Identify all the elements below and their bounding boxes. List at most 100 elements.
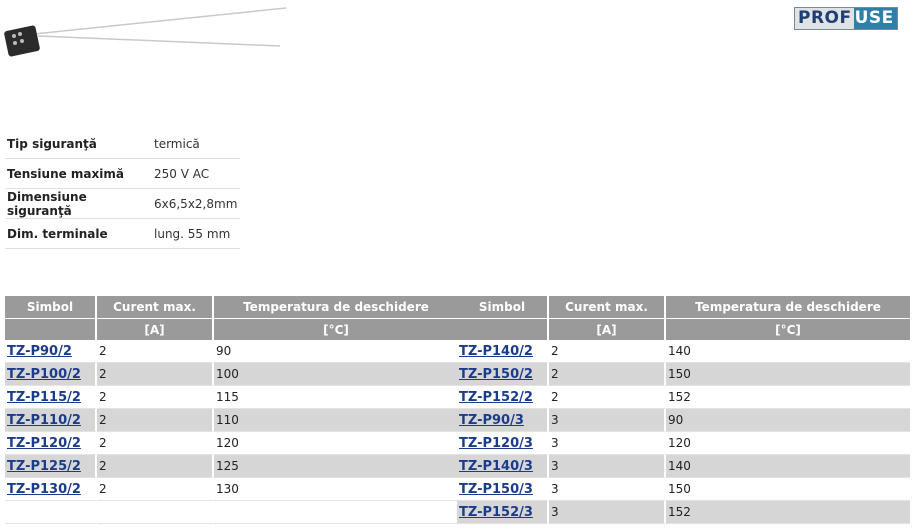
temp-cell: 120: [666, 432, 910, 455]
col-header-curent: Curent max.: [97, 296, 214, 318]
table-row: TZ-P90/3 3 90: [457, 409, 910, 432]
symbol-link[interactable]: TZ-P150/2: [459, 367, 533, 382]
current-cell: 3: [549, 409, 666, 432]
symbol-cell: TZ-P120/3: [457, 432, 549, 455]
spec-value: termică: [149, 129, 240, 159]
table-row: TZ-P90/2 2 90: [5, 340, 458, 363]
current-cell: 2: [97, 386, 214, 409]
symbol-link[interactable]: TZ-P130/2: [7, 482, 81, 497]
table-row: TZ-P130/2 2 130: [5, 478, 458, 501]
symbol-link[interactable]: TZ-P115/2: [7, 390, 81, 405]
current-cell: 2: [97, 340, 214, 363]
table-row: TZ-P110/2 2 110: [5, 409, 458, 432]
symbol-link[interactable]: TZ-P100/2: [7, 367, 81, 382]
table-row: TZ-P120/2 2 120: [5, 432, 458, 455]
symbol-link[interactable]: TZ-P140/3: [459, 459, 533, 474]
current-cell: 2: [549, 363, 666, 386]
current-cell: 2: [97, 455, 214, 478]
spec-row: Dimensiune siguranţă 6x6,5x2,8mm: [5, 188, 240, 219]
symbol-cell: TZ-P152/3: [457, 501, 549, 524]
temp-cell: 90: [666, 409, 910, 432]
temp-cell: 150: [666, 363, 910, 386]
temp-cell: 100: [214, 363, 458, 386]
spec-value: 250 V AC: [149, 158, 240, 189]
temp-cell: 150: [666, 478, 910, 501]
current-cell: 2: [97, 409, 214, 432]
logo-part-1: PROF: [795, 8, 854, 29]
table-row: TZ-P140/3 3 140: [457, 455, 910, 478]
symbol-link[interactable]: TZ-P150/3: [459, 482, 533, 497]
symbol-cell: TZ-P100/2: [5, 363, 97, 386]
temp-cell: 140: [666, 340, 910, 363]
col-unit-temp: [°C]: [666, 318, 910, 340]
symbol-link[interactable]: TZ-P152/3: [459, 505, 533, 520]
spec-row: Tensiune maximă 250 V AC: [5, 158, 240, 189]
spec-value: lung. 55 mm: [149, 218, 240, 249]
table-row: TZ-P152/3 3 152: [457, 501, 910, 524]
col-header-temp: Temperatura de deschidere: [666, 296, 910, 318]
col-header-simbol: Simbol: [457, 296, 549, 318]
fuse-table-right: Simbol Curent max. Temperatura de deschi…: [457, 296, 910, 524]
table-row: TZ-P100/2 2 100: [5, 363, 458, 386]
spec-row: Dim. terminale lung. 55 mm: [5, 218, 240, 249]
current-cell: 2: [97, 363, 214, 386]
current-cell: 2: [97, 432, 214, 455]
spec-key: Tensiune maximă: [5, 158, 149, 189]
fuse-table-left: Simbol Curent max. Temperatura de deschi…: [5, 296, 458, 524]
temp-cell: 152: [666, 501, 910, 524]
spec-value: 6x6,5x2,8mm: [149, 188, 240, 219]
current-cell: 2: [97, 478, 214, 501]
symbol-cell: TZ-P110/2: [5, 409, 97, 432]
temp-cell: 140: [666, 455, 910, 478]
col-header-curent: Curent max.: [549, 296, 666, 318]
table-row: TZ-P125/2 2 125: [5, 455, 458, 478]
symbol-link[interactable]: TZ-P152/2: [459, 390, 533, 405]
table-row: TZ-P120/3 3 120: [457, 432, 910, 455]
symbol-link[interactable]: TZ-P110/2: [7, 413, 81, 428]
col-unit-empty: [457, 318, 549, 340]
table-row: TZ-P140/2 2 140: [457, 340, 910, 363]
spec-key: Dimensiune siguranţă: [5, 188, 149, 219]
specs-table: Tip siguranţă termică Tensiune maximă 250 V…: [5, 129, 240, 249]
symbol-link[interactable]: TZ-P120/3: [459, 436, 533, 451]
col-unit-temp: [°C]: [214, 318, 458, 340]
symbol-cell: TZ-P152/2: [457, 386, 549, 409]
symbol-link[interactable]: TZ-P90/3: [459, 413, 524, 428]
temp-cell: 120: [214, 432, 458, 455]
symbol-cell: TZ-P140/3: [457, 455, 549, 478]
col-header-temp: Temperatura de deschidere: [214, 296, 458, 318]
current-cell: 3: [549, 478, 666, 501]
col-unit-curent: [A]: [549, 318, 666, 340]
temp-cell: 125: [214, 455, 458, 478]
temp-cell: 152: [666, 386, 910, 409]
symbol-link[interactable]: TZ-P120/2: [7, 436, 81, 451]
symbol-cell: TZ-P140/2: [457, 340, 549, 363]
symbol-cell: TZ-P120/2: [5, 432, 97, 455]
current-cell: 2: [549, 386, 666, 409]
symbol-cell: TZ-P150/2: [457, 363, 549, 386]
symbol-cell: TZ-P115/2: [5, 386, 97, 409]
symbol-cell: TZ-P150/3: [457, 478, 549, 501]
current-cell: 3: [549, 501, 666, 524]
profuse-logo[interactable]: PROF USE: [794, 7, 898, 30]
symbol-cell: TZ-P90/2: [5, 340, 97, 363]
symbol-cell: TZ-P125/2: [5, 455, 97, 478]
table-row: TZ-P152/2 2 152: [457, 386, 910, 409]
symbol-cell: TZ-P130/2: [5, 478, 97, 501]
spec-key: Dim. terminale: [5, 218, 149, 249]
temp-cell: 115: [214, 386, 458, 409]
table-row: TZ-P150/3 3 150: [457, 478, 910, 501]
symbol-link[interactable]: TZ-P140/2: [459, 344, 533, 359]
symbol-link[interactable]: TZ-P125/2: [7, 459, 81, 474]
col-unit-empty: [5, 318, 97, 340]
table-row: TZ-P115/2 2 115: [5, 386, 458, 409]
spec-row: Tip siguranţă termică: [5, 129, 240, 159]
symbol-link[interactable]: TZ-P90/2: [7, 344, 72, 359]
col-header-simbol: Simbol: [5, 296, 97, 318]
logo-part-2: USE: [853, 8, 897, 29]
product-image: [4, 7, 287, 57]
current-cell: 3: [549, 432, 666, 455]
temp-cell: 130: [214, 478, 458, 501]
current-cell: 3: [549, 455, 666, 478]
symbol-cell: TZ-P90/3: [457, 409, 549, 432]
